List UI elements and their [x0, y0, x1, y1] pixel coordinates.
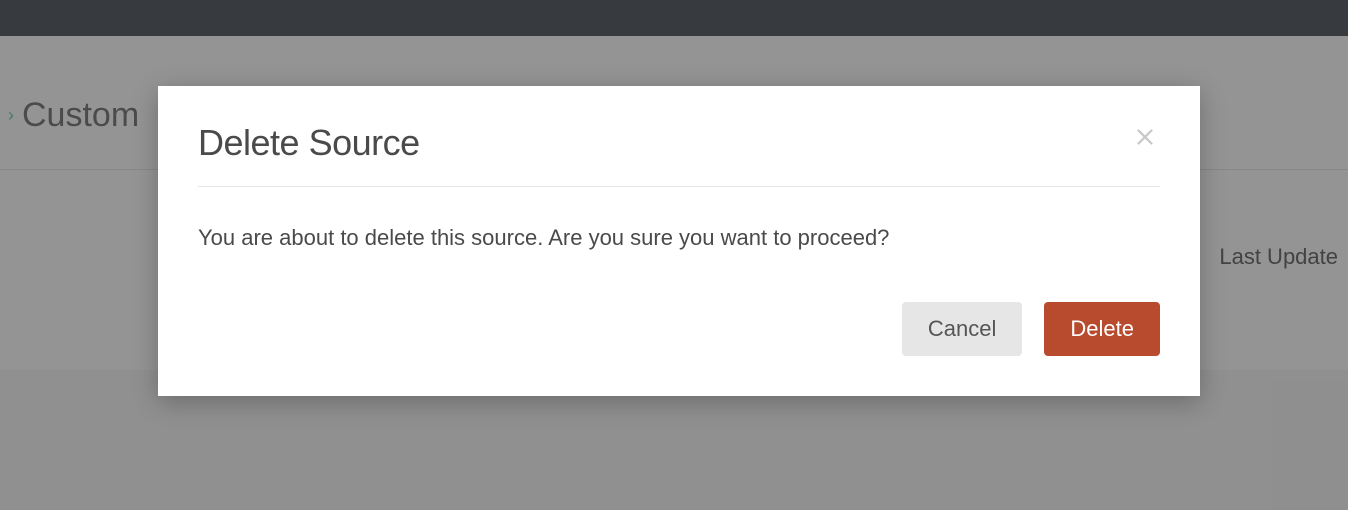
delete-button[interactable]: Delete	[1044, 302, 1160, 356]
close-icon	[1134, 126, 1156, 148]
modal-divider	[198, 186, 1160, 187]
viewport: › Custom Last Update Delete Source You a…	[0, 0, 1348, 510]
modal-close-button[interactable]	[1130, 122, 1160, 152]
cancel-button[interactable]: Cancel	[902, 302, 1022, 356]
delete-source-modal: Delete Source You are about to delete th…	[158, 86, 1200, 396]
modal-body-text: You are about to delete this source. Are…	[198, 223, 1160, 254]
modal-title: Delete Source	[198, 122, 420, 164]
modal-header: Delete Source	[198, 122, 1160, 164]
modal-footer: Cancel Delete	[198, 302, 1160, 356]
